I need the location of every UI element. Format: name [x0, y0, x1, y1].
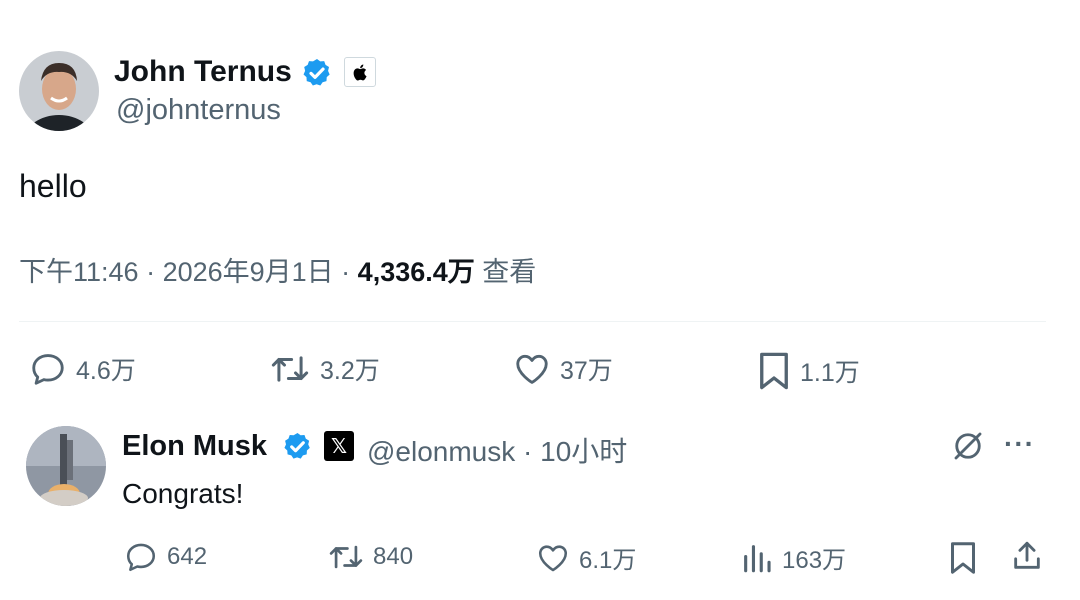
divider [19, 321, 1046, 322]
bookmark-count: 1.1万 [800, 359, 860, 387]
retweet-count: 3.2万 [320, 357, 380, 385]
analytics-icon [740, 541, 774, 575]
tweet-meta: 下午11:46 · 2026年9月1日 · 4,336.4万 查看 [19, 250, 536, 289]
reply-retweet-count: 840 [373, 543, 414, 570]
tweet-date[interactable]: 2026年9月1日 [163, 257, 334, 287]
avatar[interactable] [19, 51, 99, 131]
reply-views-button[interactable]: 163万 [740, 540, 846, 575]
bookmark-icon [756, 350, 792, 392]
reply-icon [28, 350, 68, 388]
author-name[interactable]: John Ternus [114, 54, 292, 90]
reply-avatar[interactable] [26, 426, 106, 506]
share-icon[interactable] [1010, 538, 1044, 574]
meta-separator: · [138, 257, 163, 287]
grok-icon[interactable] [950, 428, 986, 464]
reply-like-count: 6.1万 [579, 547, 637, 574]
reply-handle-line: @elonmusk · 10小时 [367, 430, 627, 470]
retweet-button[interactable]: 3.2万 [268, 350, 380, 388]
bookmark-icon[interactable] [948, 540, 978, 576]
verified-badge-icon [282, 431, 313, 462]
meta-separator: · [333, 257, 358, 287]
reply-icon [123, 540, 159, 574]
views-label: 查看 [482, 257, 537, 287]
heart-icon [512, 350, 552, 388]
retweet-icon [327, 540, 365, 574]
reply-reply-button[interactable]: 642 [123, 540, 207, 574]
tweet-time[interactable]: 下午11:46 [19, 257, 139, 287]
reply-author-name[interactable]: Elon Musk [122, 430, 267, 463]
bookmark-button[interactable]: 1.1万 [756, 350, 860, 392]
reply-author-handle[interactable]: @elonmusk [367, 436, 515, 467]
x-logo-icon[interactable]: 𝕏 [324, 431, 354, 461]
reply-text: Congrats! [122, 478, 244, 509]
author-handle[interactable]: @johnternus [116, 94, 281, 127]
retweet-icon [268, 350, 312, 388]
like-count: 37万 [560, 357, 613, 385]
reply-like-button[interactable]: 6.1万 [535, 540, 636, 575]
reply-retweet-button[interactable]: 840 [327, 540, 413, 574]
meta-separator: · [515, 436, 541, 467]
views-count: 4,336.4万 [357, 257, 475, 287]
reply-reply-count: 642 [167, 543, 208, 570]
reply-button[interactable]: 4.6万 [28, 350, 136, 388]
heart-icon [535, 541, 571, 575]
tweet-text: hello [19, 168, 87, 204]
reply-time[interactable]: 10小时 [540, 436, 627, 467]
more-options-icon[interactable]: ··· [1004, 428, 1035, 460]
reply-count: 4.6万 [76, 357, 136, 385]
apple-logo-icon[interactable] [344, 57, 376, 87]
verified-badge-icon [301, 57, 333, 89]
like-button[interactable]: 37万 [512, 350, 613, 388]
reply-views-count: 163万 [782, 547, 847, 574]
